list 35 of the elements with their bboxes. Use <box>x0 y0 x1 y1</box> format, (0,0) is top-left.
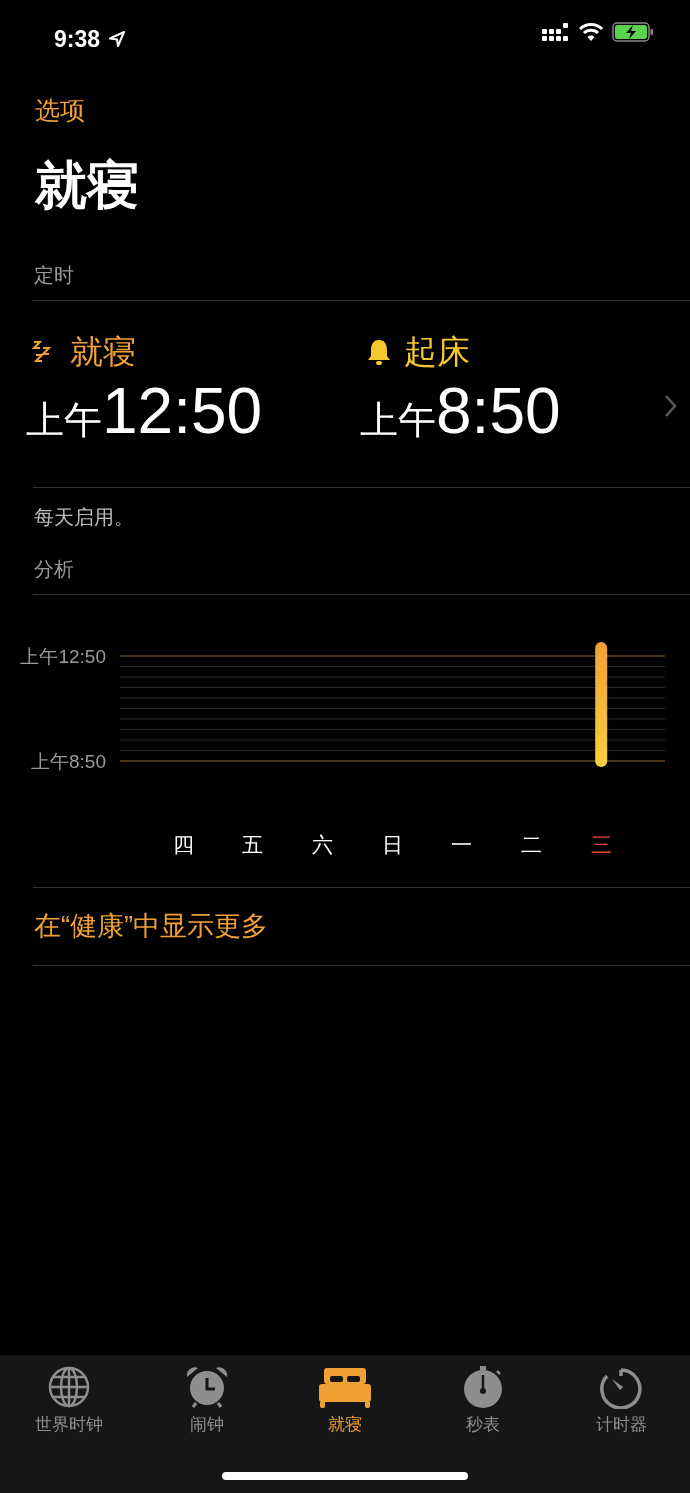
schedule-note: 每天启用。 <box>33 505 135 531</box>
day-label: 五 <box>242 833 264 857</box>
section-header: 定时 <box>33 262 75 288</box>
tab[interactable]: 计时器 <box>552 1365 690 1493</box>
schedule-label: 起床 <box>404 331 470 372</box>
axis-label: 上午12:50 <box>20 646 106 668</box>
bed-icon[interactable] <box>318 1365 372 1409</box>
health-link[interactable]: 在“健康”中显示更多 <box>0 888 268 965</box>
bell-icon <box>366 337 392 366</box>
schedule-time: 8:50 <box>436 378 561 446</box>
tab[interactable]: 秒表 <box>414 1365 552 1493</box>
wifi-icon <box>578 22 604 42</box>
axis-label: 上午8:50 <box>31 751 106 773</box>
globe-icon[interactable] <box>47 1365 91 1409</box>
chevron-icon[interactable] <box>664 394 678 419</box>
day-label: 日 <box>381 833 403 857</box>
back-link[interactable]: 选项 <box>35 92 85 130</box>
alarm-clock-icon[interactable] <box>184 1365 230 1409</box>
tab[interactable]: 就寝 <box>276 1365 414 1493</box>
time-period: 上午 <box>26 398 102 444</box>
status-time: 9:38 <box>54 25 101 54</box>
schedule-label: 就寝 <box>70 331 136 372</box>
timer-icon[interactable] <box>598 1365 644 1409</box>
page-title: 就寝 <box>35 154 140 216</box>
section-header: 分析 <box>33 557 75 583</box>
tab[interactable]: 闹钟 <box>138 1365 276 1493</box>
signal-icon <box>542 23 570 41</box>
day-label: 二 <box>521 833 542 857</box>
schedule-time: 12:50 <box>102 378 263 446</box>
day-label: 一 <box>451 833 473 857</box>
day-label: 六 <box>311 833 333 857</box>
day-label: 三 <box>590 833 612 857</box>
time-period: 上午 <box>360 398 436 444</box>
day-label: 四 <box>172 833 194 857</box>
tab[interactable]: 世界时钟 <box>0 1365 138 1493</box>
